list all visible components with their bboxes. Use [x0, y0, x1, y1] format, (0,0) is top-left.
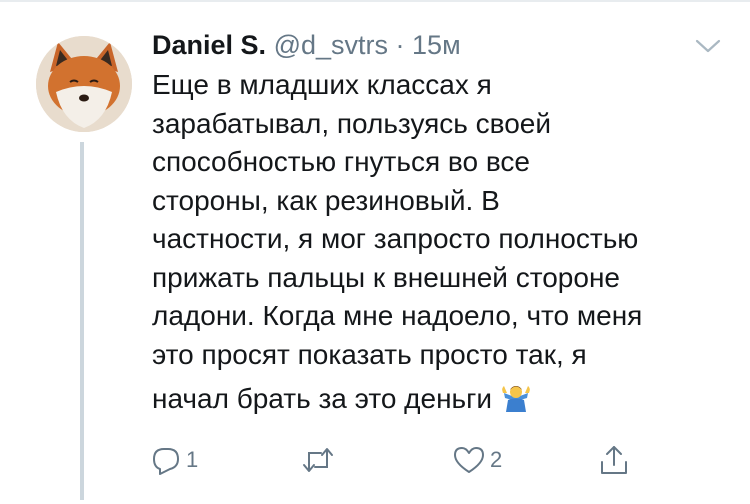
fox-avatar-icon [36, 36, 132, 132]
tweet-text-line: стороны, как резиновый. В [152, 184, 500, 216]
heart-icon [454, 447, 484, 473]
avatar[interactable] [36, 36, 132, 132]
tweet-text: Еще в младших классах я зарабатывал, пол… [152, 66, 732, 419]
tweet-text-line: Еще в младших классах я [152, 69, 492, 100]
reply-count: 1 [186, 447, 199, 472]
tweet-header: Daniel S. @d_svtrs · 15м [152, 26, 461, 64]
author-handle[interactable]: @d_svtrs [274, 30, 388, 60]
tweet-text-line: способностью гнуться во все [152, 146, 530, 177]
retweet-icon [303, 448, 333, 472]
tweet-text-line: это просят показать просто так, я [152, 338, 587, 370]
reply-icon [153, 448, 179, 475]
tweet-text-line: частности, я мог запросто полностью [152, 223, 639, 254]
tweet-text-line-last: начал брать за это деньги [152, 380, 732, 419]
tweet-text-line: прижать пальцы к внешней стороне [152, 261, 620, 293]
tweet-text-line: зарабатывал, пользуясь своей [152, 107, 552, 139]
share-icon [601, 446, 627, 474]
like-button[interactable]: 2 [452, 444, 502, 476]
tweet-text-fragment: начал брать за это деньги [152, 383, 492, 414]
tweet-text-line: ладони. Когда мне надоело, что меня [152, 300, 643, 331]
like-count: 2 [490, 447, 503, 472]
author-name[interactable]: Daniel S. [152, 30, 266, 60]
share-button[interactable] [598, 444, 630, 476]
thread-line [80, 142, 84, 500]
tweet-actions: 1 2 [150, 444, 630, 476]
chevron-down-icon [695, 39, 721, 53]
timestamp[interactable]: 15м [412, 30, 461, 60]
tweet-menu-button[interactable] [694, 38, 722, 54]
reply-button[interactable]: 1 [150, 444, 198, 476]
top-divider [0, 0, 750, 2]
shrugging-person-emoji-icon [500, 382, 532, 412]
retweet-button[interactable] [300, 444, 340, 476]
separator-dot: · [395, 30, 405, 60]
